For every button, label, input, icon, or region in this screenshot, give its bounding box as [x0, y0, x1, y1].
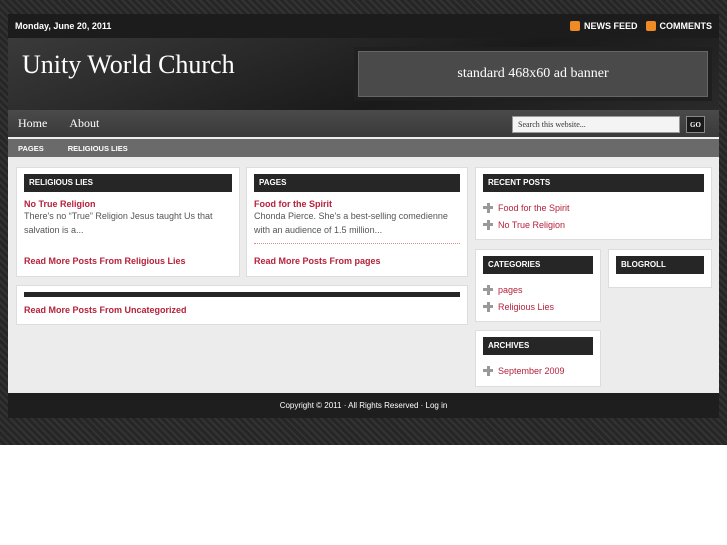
news-feed-link[interactable]: NEWS FEED [569, 20, 638, 32]
nav-home[interactable]: Home [18, 116, 47, 131]
search-input[interactable]: Search this website... [512, 116, 680, 133]
top-bar: Monday, June 20, 2011 NEWS FEED COMMENTS [8, 14, 719, 38]
divider [254, 243, 460, 244]
plus-icon [483, 284, 493, 295]
news-feed-label: NEWS FEED [583, 20, 638, 31]
ad-banner[interactable]: standard 468x60 ad banner [354, 47, 712, 101]
widget-title: ARCHIVES [483, 337, 593, 355]
list-item[interactable]: Religious Lies [483, 298, 593, 315]
comments-feed-link[interactable]: COMMENTS [645, 20, 713, 32]
section-title: RELIGIOUS LIES [24, 174, 232, 192]
content-area: RELIGIOUS LIES No True Religion There's … [8, 157, 719, 393]
archives-widget: ARCHIVES September 2009 [475, 330, 601, 387]
read-more-link[interactable]: Read More Posts From Uncategorized [24, 305, 187, 315]
religious-lies-section: RELIGIOUS LIES No True Religion There's … [16, 167, 240, 277]
link-text: pages [498, 284, 523, 295]
post-title[interactable]: No True Religion [24, 199, 232, 209]
post-excerpt: Chonda Pierce. She's a best-selling come… [254, 211, 448, 235]
rss-icon [569, 21, 580, 32]
list-item[interactable]: Food for the Spirit [483, 199, 704, 216]
plus-icon [483, 365, 493, 376]
copyright: Copyright © 2011 · All Rights Reserved · [279, 401, 424, 410]
widget-title: BLOGROLL [616, 256, 704, 274]
rss-icon [645, 21, 656, 32]
read-more-link[interactable]: Read More Posts From Religious Lies [24, 256, 186, 266]
link-text: No True Religion [498, 219, 566, 230]
section-title-bar [24, 292, 460, 297]
site-title[interactable]: Unity World Church [22, 50, 235, 80]
uncategorized-section: Read More Posts From Uncategorized [16, 285, 468, 325]
post-title[interactable]: Food for the Spirit [254, 199, 460, 209]
blogroll-widget: BLOGROLL [608, 249, 712, 288]
link-text: Food for the Spirit [498, 202, 570, 213]
pages-section: PAGES Food for the Spirit Chonda Pierce.… [246, 167, 468, 277]
subnav-pages[interactable]: PAGES [18, 144, 44, 153]
widget-title: CATEGORIES [483, 256, 593, 274]
sub-nav: PAGES RELIGIOUS LIES [8, 139, 719, 157]
link-text: September 2009 [498, 365, 565, 376]
section-title: PAGES [254, 174, 460, 192]
plus-icon [483, 202, 493, 213]
date: Monday, June 20, 2011 [15, 21, 112, 31]
widget-title: RECENT POSTS [483, 174, 704, 192]
list-item[interactable]: pages [483, 281, 593, 298]
categories-widget: CATEGORIES pages Religious Lies [475, 249, 601, 322]
search-go-button[interactable]: GO [686, 116, 705, 133]
nav-about[interactable]: About [69, 116, 99, 131]
ad-banner-text: standard 468x60 ad banner [358, 51, 708, 97]
post-excerpt: There's no “True” Religion Jesus taught … [24, 211, 213, 235]
login-link[interactable]: Log in [426, 401, 448, 410]
plus-icon [483, 219, 493, 230]
recent-posts-widget: RECENT POSTS Food for the Spirit No True… [475, 167, 712, 240]
list-item[interactable]: No True Religion [483, 216, 704, 233]
footer: Copyright © 2011 · All Rights Reserved ·… [8, 393, 719, 418]
link-text: Religious Lies [498, 301, 555, 312]
plus-icon [483, 301, 493, 312]
read-more-link[interactable]: Read More Posts From pages [254, 256, 381, 266]
list-item[interactable]: September 2009 [483, 362, 593, 379]
comments-label: COMMENTS [659, 20, 713, 31]
subnav-religious-lies[interactable]: RELIGIOUS LIES [68, 144, 128, 153]
